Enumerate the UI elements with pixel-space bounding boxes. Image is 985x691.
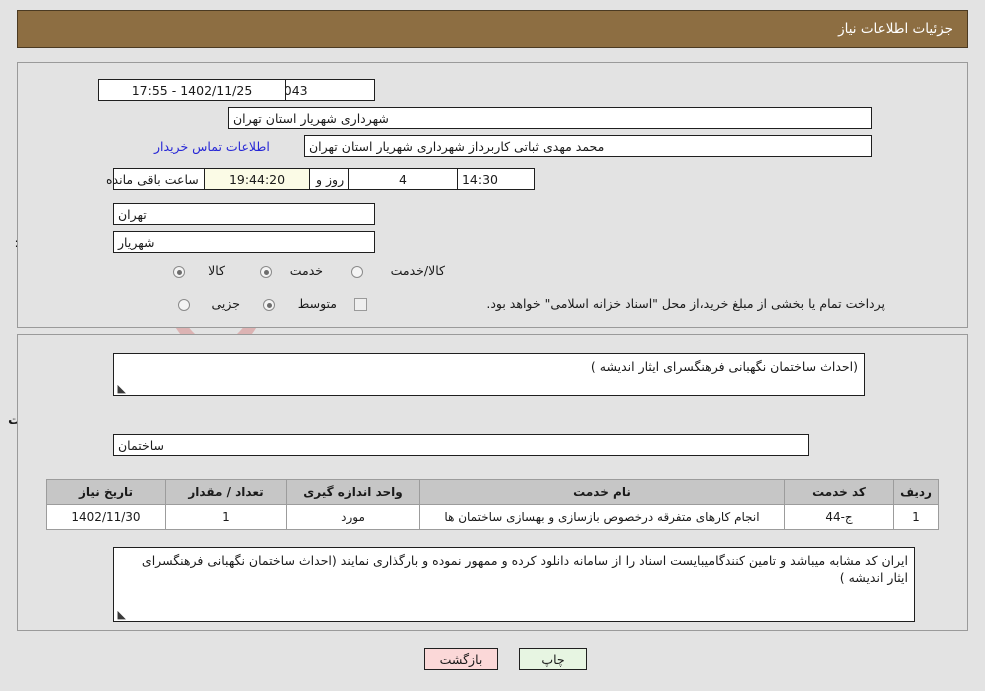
cell-service-code: ج-44 — [784, 504, 894, 530]
page-root: AriaTender.net جزئیات اطلاعات نیاز شماره… — [0, 0, 985, 691]
radio-category-kala-khedmat[interactable] — [351, 266, 363, 278]
back-button[interactable]: بازگشت — [424, 648, 498, 670]
deadline-days-field[interactable]: 4 — [348, 168, 458, 190]
countdown-field: 19:44:20 — [204, 168, 310, 190]
th-service-name: نام خدمت — [419, 479, 785, 505]
buyer-contact-link[interactable]: اطلاعات تماس خریدار — [154, 139, 270, 154]
radio-category-kala-khedmat-label[interactable]: کالا/خدمت — [391, 263, 445, 278]
deadline-days-label: روز و — [316, 172, 345, 187]
resize-grip-icon[interactable]: ◣ — [116, 383, 126, 394]
delivery-city-field[interactable]: شهریار — [113, 231, 375, 253]
resize-grip-icon-notes[interactable]: ◣ — [116, 609, 126, 620]
cell-need-date: 1402/11/30 — [46, 504, 166, 530]
table-header-row: ردیف کد خدمت نام خدمت واحد اندازه گیری ت… — [46, 479, 939, 505]
page-title: جزئیات اطلاعات نیاز — [838, 21, 953, 37]
th-quantity: تعداد / مقدار — [165, 479, 287, 505]
radio-category-kala-label[interactable]: کالا — [208, 263, 225, 278]
cell-radif: 1 — [893, 504, 939, 530]
th-radif: ردیف — [893, 479, 939, 505]
cell-unit: مورد — [286, 504, 420, 530]
service-items-table: ردیف کد خدمت نام خدمت واحد اندازه گیری ت… — [46, 479, 939, 530]
cell-quantity: 1 — [165, 504, 287, 530]
requester-field[interactable]: محمد مهدی ثباتی کاربرداز شهرداری شهریار … — [304, 135, 872, 157]
need-info-panel — [17, 62, 968, 328]
table-row: 1 ج-44 انجام کارهای متفرقه درخصوص بازساز… — [46, 504, 939, 530]
radio-category-khedmat-label[interactable]: خدمت — [290, 263, 323, 278]
buyer-org-field[interactable]: شهرداری شهریار استان تهران — [228, 107, 872, 129]
th-unit: واحد اندازه گیری — [286, 479, 420, 505]
countdown-label: ساعت باقی مانده — [106, 172, 199, 187]
delivery-province-field[interactable]: تهران — [113, 203, 375, 225]
service-group-field[interactable]: ساختمان — [113, 434, 809, 456]
th-need-date: تاریخ نیاز — [46, 479, 166, 505]
page-title-bar: جزئیات اطلاعات نیاز — [17, 10, 968, 48]
print-button[interactable]: چاپ — [519, 648, 587, 670]
announce-datetime-field[interactable]: 1402/11/25 - 17:55 — [98, 79, 286, 101]
buyer-notes-value: ایران کد مشابه میباشد و تامین کنندگامیبا… — [141, 553, 908, 585]
treasury-bonds-label: پرداخت تمام یا بخشی از مبلغ خرید،از محل … — [486, 296, 885, 311]
cell-service-name: انجام کارهای متفرقه درخصوص بازسازی و بهس… — [419, 504, 785, 530]
general-desc-value: (احداث ساختمان نگهبانی فرهنگسرای ایثار ا… — [590, 359, 858, 374]
radio-category-kala[interactable] — [173, 266, 185, 278]
th-service-code: کد خدمت — [784, 479, 894, 505]
radio-category-khedmat[interactable] — [260, 266, 272, 278]
general-desc-textarea[interactable]: (احداث ساختمان نگهبانی فرهنگسرای ایثار ا… — [113, 353, 865, 396]
buyer-notes-textarea[interactable]: ایران کد مشابه میباشد و تامین کنندگامیبا… — [113, 547, 915, 622]
